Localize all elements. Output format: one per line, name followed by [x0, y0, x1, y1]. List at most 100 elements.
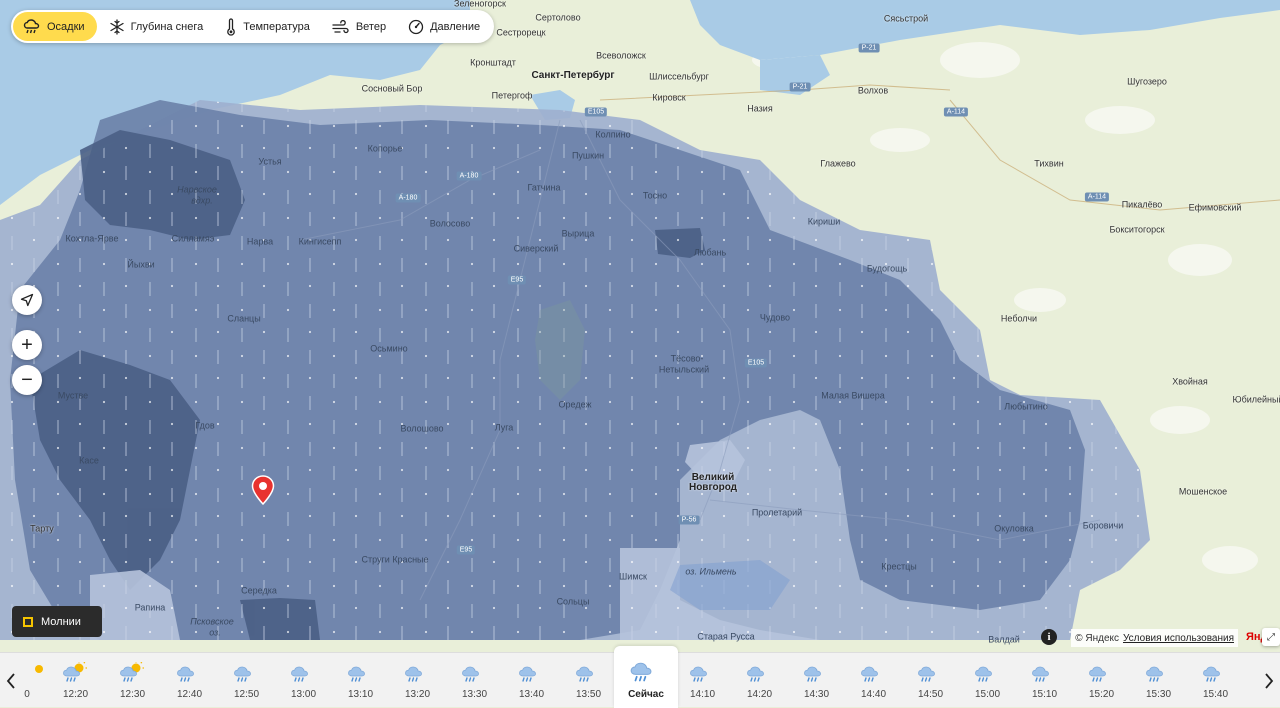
cloud-rain-icon — [689, 660, 716, 684]
timeline-time: 12:30 — [119, 689, 146, 700]
cloud-rain-icon — [404, 660, 431, 684]
checkbox-icon — [23, 616, 33, 627]
zoom-out-button[interactable]: − — [12, 365, 42, 395]
tab-temperature[interactable]: Температура — [215, 12, 320, 41]
tab-pressure[interactable]: Давление — [398, 12, 490, 41]
timeline-time: 13:30 — [461, 689, 488, 700]
rain-cloud-icon — [23, 18, 40, 33]
timeline-time: 15:20 — [1088, 689, 1115, 700]
tab-label: Ветер — [355, 20, 387, 33]
timeline-time: 0 — [24, 689, 30, 700]
timeline-time: 12:40 — [176, 689, 203, 700]
timeline-slot[interactable]: 13:00 — [275, 653, 332, 708]
cloud-rain-icon — [233, 660, 260, 684]
timeline-time: Сейчас — [628, 689, 664, 700]
cloud-rain-icon — [518, 660, 545, 684]
cloud-rain-icon — [1145, 660, 1172, 684]
tab-snow-depth[interactable]: Глубина снега — [99, 12, 214, 41]
timeline-time: 14:50 — [917, 689, 944, 700]
timeline-time: 15:30 — [1145, 689, 1172, 700]
tab-label: Давление — [430, 20, 481, 33]
timeline-slot[interactable]: 12:40 — [161, 653, 218, 708]
sun-cloud-rain-icon — [119, 660, 146, 684]
lightning-toggle[interactable]: Молнии — [12, 606, 102, 637]
cloud-rain-icon — [917, 660, 944, 684]
cloud-rain-icon — [347, 660, 374, 684]
cloud-rain-icon — [1088, 660, 1115, 684]
cloud-rain-icon — [974, 660, 1001, 684]
timeline-slot[interactable]: 14:10 — [674, 653, 731, 708]
timeline-time: 13:20 — [404, 689, 431, 700]
timeline-slot[interactable]: 14:50 — [902, 653, 959, 708]
fullscreen-icon[interactable]: ⤢ — [1262, 628, 1280, 646]
cloud-rain-icon — [803, 660, 830, 684]
timeline-slot[interactable]: 13:20 — [389, 653, 446, 708]
cloud-rain-icon — [176, 660, 203, 684]
timeline-time: 13:40 — [518, 689, 545, 700]
cloud-rain-icon — [629, 658, 663, 682]
locate-button[interactable] — [12, 285, 42, 315]
tab-label: Глубина снега — [130, 20, 204, 33]
info-icon[interactable]: i — [1041, 629, 1057, 645]
timeline-time: 13:00 — [290, 689, 317, 700]
timeline-slot[interactable]: 13:10 — [332, 653, 389, 708]
timeline-time: 13:10 — [347, 689, 374, 700]
lightning-label: Молнии — [41, 615, 81, 628]
cloud-rain-icon — [1031, 660, 1058, 684]
timeline-slot[interactable]: 15:20 — [1073, 653, 1130, 708]
timeline-slot[interactable]: 15:40 — [1187, 653, 1244, 708]
timeline-slot[interactable]: 13:30 — [446, 653, 503, 708]
tab-wind[interactable]: Ветер — [322, 12, 396, 41]
copyright-text: © Яндекс — [1075, 632, 1119, 644]
timeline-time: 12:20 — [62, 689, 89, 700]
timeline-slot[interactable]: 12:20 — [47, 653, 104, 708]
terms-link[interactable]: Условия использования — [1123, 633, 1234, 644]
map-canvas — [0, 0, 1280, 652]
timeline-time: 12:50 — [233, 689, 260, 700]
cloud-rain-icon — [746, 660, 773, 684]
timeline: 0 12:20 12:30 12:40 12:50 13:00 13:10 13:20 13:… — [0, 646, 1280, 708]
layer-switcher: Осадки Глубина снега Температура Ветер Д… — [11, 10, 495, 43]
plus-icon: + — [21, 333, 33, 356]
timeline-time: 13:50 — [575, 689, 602, 700]
pressure-gauge-icon — [408, 19, 424, 34]
timeline-time: 15:00 — [974, 689, 1001, 700]
timeline-slot-now[interactable]: Сейчас — [614, 646, 678, 708]
timeline-slot[interactable]: 14:40 — [845, 653, 902, 708]
timeline-time: 14:20 — [746, 689, 773, 700]
tab-label: Температура — [243, 20, 310, 33]
timeline-slot[interactable]: 15:10 — [1016, 653, 1073, 708]
timeline-time: 14:40 — [860, 689, 887, 700]
timeline-slot[interactable]: 13:50 — [560, 653, 617, 708]
minus-icon: − — [21, 368, 33, 391]
timeline-slot[interactable]: 15:00 — [959, 653, 1016, 708]
cloud-rain-icon — [290, 660, 317, 684]
timeline-slot[interactable]: 13:40 — [503, 653, 560, 708]
timeline-slot[interactable]: 12:50 — [218, 653, 275, 708]
timeline-time: 15:10 — [1031, 689, 1058, 700]
sun-cloud-rain-icon — [62, 660, 89, 684]
tab-label: Осадки — [47, 20, 85, 33]
timeline-slot[interactable]: 14:20 — [731, 653, 788, 708]
timeline-time: 14:30 — [803, 689, 830, 700]
timeline-time: 15:40 — [1202, 689, 1229, 700]
cloud-rain-icon — [575, 660, 602, 684]
thermometer-icon — [227, 17, 236, 36]
wind-icon — [332, 19, 349, 33]
timeline-slot[interactable]: 12:30 — [104, 653, 161, 708]
tab-precipitation[interactable]: Осадки — [13, 12, 97, 41]
sun-icon — [13, 660, 43, 684]
timeline-next-button[interactable] — [1258, 653, 1280, 708]
timeline-slot[interactable]: 15:30 — [1130, 653, 1187, 708]
cloud-rain-icon — [461, 660, 488, 684]
location-pin-icon[interactable] — [251, 475, 275, 505]
cloud-rain-icon — [1202, 660, 1229, 684]
chevron-right-icon — [1265, 672, 1274, 689]
navigate-arrow-icon — [20, 293, 34, 307]
timeline-slot[interactable]: 14:30 — [788, 653, 845, 708]
cloud-rain-icon — [860, 660, 887, 684]
attribution: © Яндекс Условия использования — [1071, 629, 1238, 647]
timeline-time: 14:10 — [689, 689, 716, 700]
zoom-in-button[interactable]: + — [12, 330, 42, 360]
precipitation-map[interactable]: Зеленогорск Сертолово Сясьстрой Сестроре… — [0, 0, 1280, 652]
